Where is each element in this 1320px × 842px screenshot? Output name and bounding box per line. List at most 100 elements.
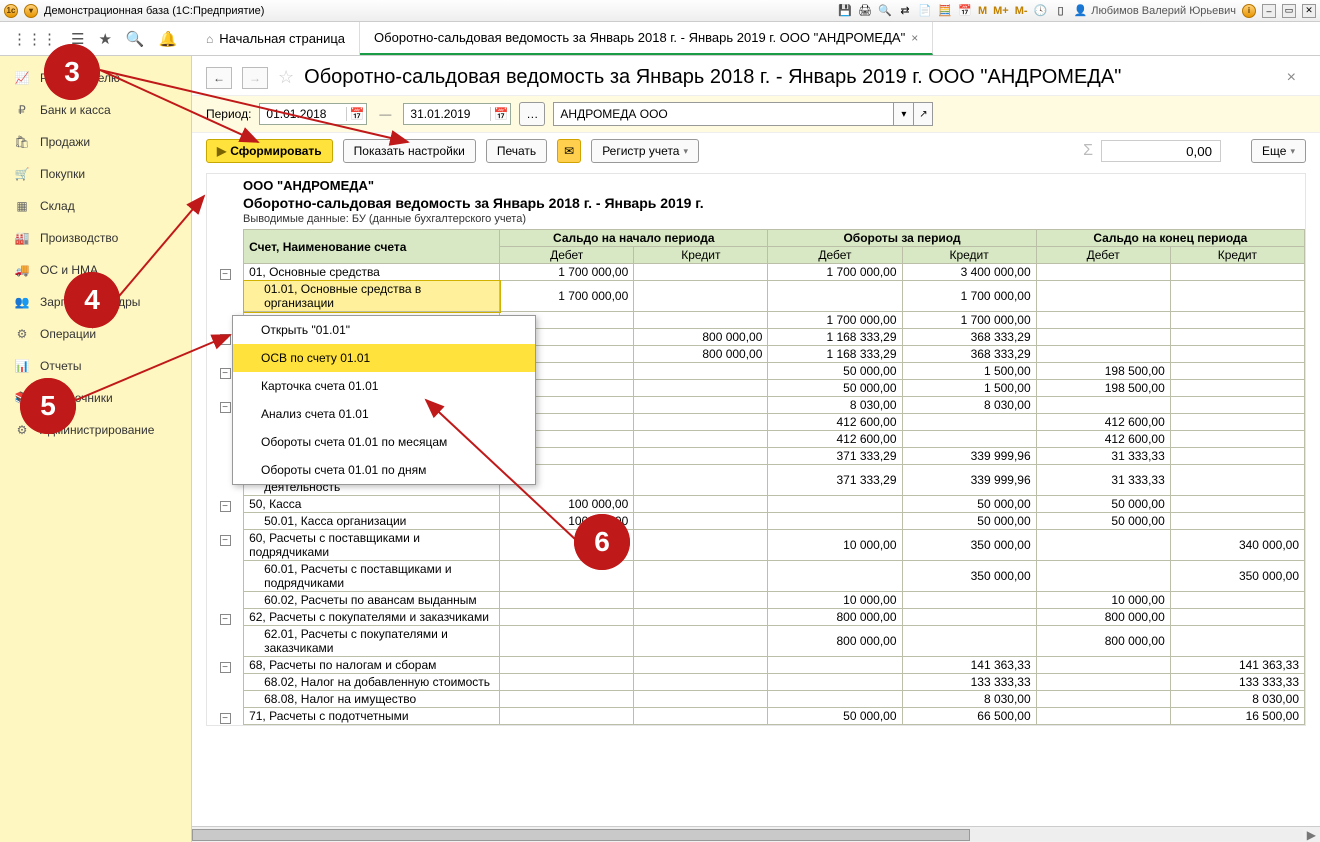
sidebar-item[interactable]: 🛒Покупки xyxy=(0,158,191,190)
expand-icon[interactable]: − xyxy=(220,614,231,625)
context-menu-item[interactable]: Обороты счета 01.01 по месяцам xyxy=(233,428,535,456)
table-row[interactable]: −68, Расчеты по налогам и сборам141 363,… xyxy=(207,657,1305,674)
calendar-to-icon[interactable]: 📅 xyxy=(490,107,510,121)
context-menu-item[interactable]: Карточка счета 01.01 xyxy=(233,372,535,400)
clock-icon[interactable]: 🕓 xyxy=(1034,4,1048,18)
scrollbar-thumb[interactable] xyxy=(192,829,970,841)
nav-back-button[interactable]: ← xyxy=(206,67,232,89)
register-button[interactable]: Регистр учета ▾ xyxy=(591,139,699,163)
head-group-0: Сальдо на начало периода xyxy=(500,230,768,247)
date-from-input[interactable]: 📅 xyxy=(259,103,367,125)
nav-forward-button[interactable]: → xyxy=(242,67,268,89)
user-chip[interactable]: 👤 Любимов Валерий Юрьевич xyxy=(1074,4,1236,17)
print-button[interactable]: Печать xyxy=(486,139,547,163)
search-tool-icon[interactable]: 🔍 xyxy=(126,30,145,48)
panel-icon[interactable]: ▯ xyxy=(1054,4,1068,18)
table-row[interactable]: −50, Касса100 000,0050 000,0050 000,00 xyxy=(207,496,1305,513)
calendar-from-icon[interactable]: 📅 xyxy=(346,107,366,121)
date-from-field[interactable] xyxy=(260,107,346,121)
context-menu-item[interactable]: Анализ счета 01.01 xyxy=(233,400,535,428)
sidebar-item[interactable]: 🛍Продажи xyxy=(0,126,191,158)
table-row[interactable]: 01.01, Основные средства в организации1 … xyxy=(207,281,1305,312)
cell-credit-end xyxy=(1170,329,1304,346)
page-close-icon[interactable]: × xyxy=(1287,69,1296,87)
chevron-down-icon: ▾ xyxy=(1290,146,1295,157)
organization-field[interactable] xyxy=(553,102,893,126)
table-row[interactable]: −60, Расчеты с поставщиками и подрядчика… xyxy=(207,530,1305,561)
table-row[interactable]: −71, Расчеты с подотчетными50 000,0066 5… xyxy=(207,708,1305,725)
dropdown-circle-icon[interactable]: ▾ xyxy=(24,4,38,18)
sum-field[interactable] xyxy=(1101,140,1221,162)
horizontal-scrollbar[interactable]: ▶ xyxy=(192,826,1320,842)
cell-debit-turn xyxy=(768,496,902,513)
organization-select[interactable]: ▾ ↗ xyxy=(553,102,933,126)
date-to-field[interactable] xyxy=(404,107,490,121)
star-tool-icon[interactable]: ★ xyxy=(98,30,111,48)
close-button[interactable]: ✕ xyxy=(1302,4,1316,18)
cell-debit-start xyxy=(500,708,634,725)
expand-icon[interactable]: − xyxy=(220,368,231,379)
save-icon[interactable]: 💾 xyxy=(838,4,852,18)
head-group-2: Сальдо на конец периода xyxy=(1036,230,1304,247)
context-menu-item[interactable]: Открыть "01.01" xyxy=(233,316,535,344)
date-to-input[interactable]: 📅 xyxy=(403,103,511,125)
expand-icon[interactable]: − xyxy=(220,269,231,280)
show-settings-button[interactable]: Показать настройки xyxy=(343,139,476,163)
compare-icon[interactable]: ⇄ xyxy=(898,4,912,18)
context-menu[interactable]: Открыть "01.01"ОСВ по счету 01.01Карточк… xyxy=(232,315,536,485)
expand-icon[interactable]: − xyxy=(220,535,231,546)
cell-debit-start xyxy=(500,657,634,674)
context-menu-item[interactable]: Обороты счета 01.01 по дням xyxy=(233,456,535,484)
table-row[interactable]: −62, Расчеты с покупателями и заказчикам… xyxy=(207,609,1305,626)
favorite-icon[interactable]: ☆ xyxy=(278,67,294,88)
cell-credit-turn: 141 363,33 xyxy=(902,657,1036,674)
table-row[interactable]: 60.02, Расчеты по авансам выданным10 000… xyxy=(207,592,1305,609)
bell-icon[interactable]: 🔔 xyxy=(159,30,178,48)
generate-button[interactable]: ▶ Сформировать xyxy=(206,139,333,163)
expand-icon[interactable]: − xyxy=(220,713,231,724)
expand-icon[interactable]: − xyxy=(220,402,231,413)
table-row[interactable]: 60.01, Расчеты с поставщиками и подрядчи… xyxy=(207,561,1305,592)
org-open-icon[interactable]: ↗ xyxy=(913,102,933,126)
minimize-button[interactable]: – xyxy=(1262,4,1276,18)
preview-icon[interactable]: 🔍 xyxy=(878,4,892,18)
mail-button[interactable]: ✉ xyxy=(557,139,581,163)
expand-icon[interactable]: − xyxy=(220,501,231,512)
sidebar-item[interactable]: ₽Банк и касса xyxy=(0,94,191,126)
scroll-right-icon[interactable]: ▶ xyxy=(1303,828,1320,842)
tab-home[interactable]: ⌂ Начальная страница xyxy=(192,22,360,55)
context-menu-item[interactable]: ОСВ по счету 01.01 xyxy=(233,344,535,372)
apps-icon[interactable]: ⋮⋮⋮ xyxy=(12,30,57,48)
report-area[interactable]: ООО "АНДРОМЕДА" Оборотно-сальдовая ведом… xyxy=(192,169,1320,826)
calendar-icon[interactable]: 📅 xyxy=(958,4,972,18)
m-minus-button[interactable]: M- xyxy=(1015,5,1028,17)
table-row[interactable]: −01, Основные средства1 700 000,001 700 … xyxy=(207,264,1305,281)
cell-credit-turn: 1 700 000,00 xyxy=(902,312,1036,329)
cell-debit-turn: 412 600,00 xyxy=(768,414,902,431)
calc-icon[interactable]: 🧮 xyxy=(938,4,952,18)
expand-icon[interactable]: − xyxy=(220,334,231,345)
sidebar-item[interactable]: 🏭Производство xyxy=(0,222,191,254)
tab-report[interactable]: Оборотно-сальдовая ведомость за Январь 2… xyxy=(360,22,933,55)
info-icon[interactable]: i xyxy=(1242,4,1256,18)
table-row[interactable]: 62.01, Расчеты с покупателями и заказчик… xyxy=(207,626,1305,657)
restore-button[interactable]: ▭ xyxy=(1282,4,1296,18)
cell-debit-end xyxy=(1036,691,1170,708)
tab-close-icon[interactable]: × xyxy=(911,31,918,45)
sidebar-item-label: Продажи xyxy=(40,135,90,149)
cell-debit-end xyxy=(1036,561,1170,592)
cell-credit-start xyxy=(634,561,768,592)
m-plus-button[interactable]: M+ xyxy=(993,5,1009,17)
m-button[interactable]: M xyxy=(978,5,987,17)
book-icon[interactable]: 📄 xyxy=(918,4,932,18)
table-row[interactable]: 68.02, Налог на добавленную стоимость133… xyxy=(207,674,1305,691)
org-dropdown-icon[interactable]: ▾ xyxy=(893,102,913,126)
sidebar-item[interactable]: 📊Отчеты xyxy=(0,350,191,382)
sidebar-item[interactable]: ▦Склад xyxy=(0,190,191,222)
table-row[interactable]: 50.01, Касса организации100 000,0050 000… xyxy=(207,513,1305,530)
table-row[interactable]: 68.08, Налог на имущество8 030,008 030,0… xyxy=(207,691,1305,708)
expand-icon[interactable]: − xyxy=(220,662,231,673)
period-ellipsis-button[interactable]: … xyxy=(519,102,545,126)
more-button[interactable]: Еще ▾ xyxy=(1251,139,1306,163)
print-icon[interactable]: 🖨 xyxy=(858,4,872,18)
